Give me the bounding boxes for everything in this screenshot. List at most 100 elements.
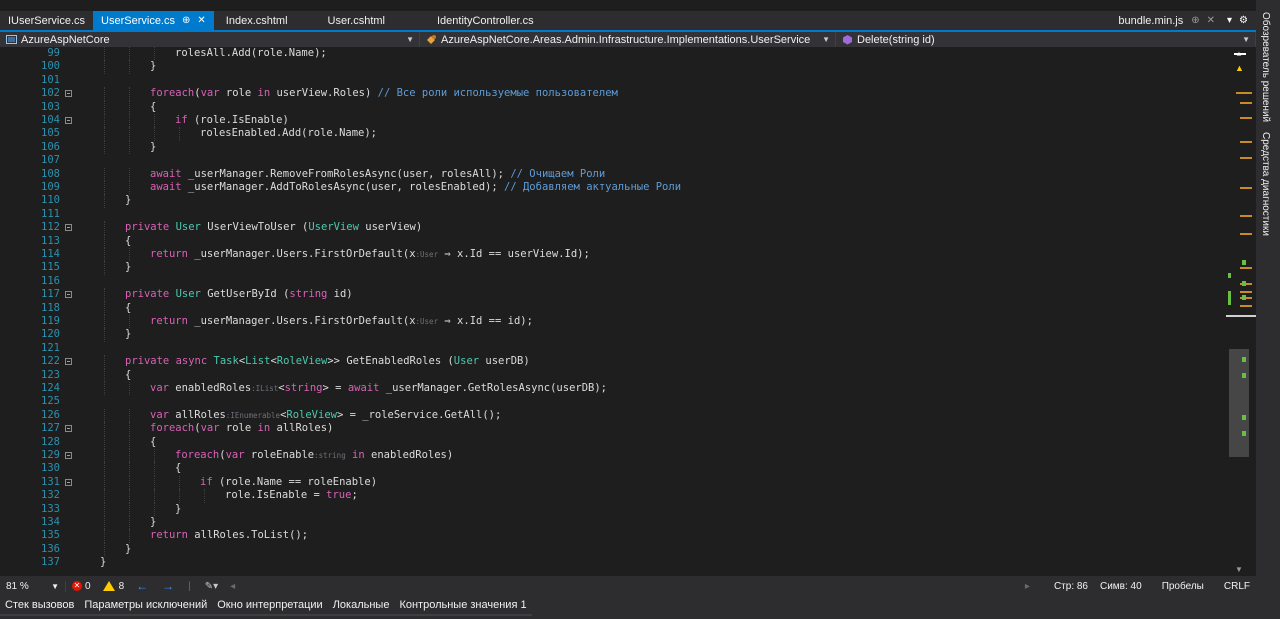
- code-line[interactable]: 137}: [0, 556, 1226, 569]
- indent-guide: [129, 435, 130, 449]
- settings-icon[interactable]: ⚙: [1239, 15, 1248, 26]
- code-line[interactable]: 120}: [0, 328, 1226, 342]
- line-number: 118: [41, 301, 60, 314]
- close-icon[interactable]: ✕: [1207, 15, 1215, 26]
- tab-user-cshtml[interactable]: User.cshtml: [320, 11, 393, 30]
- indent-guide: [104, 328, 105, 342]
- scroll-right-icon[interactable]: ▸: [1019, 581, 1036, 592]
- code-line[interactable]: 102 foreach(var role in userView.Roles) /…: [0, 87, 1226, 101]
- code-line[interactable]: 131 if (role.Name == roleEnable): [0, 475, 1226, 490]
- code-line[interactable]: 115}: [0, 261, 1226, 275]
- code-line[interactable]: 107: [0, 154, 1226, 167]
- member-dropdown[interactable]: Delete(string id) ▼: [836, 32, 1256, 47]
- pin-icon[interactable]: ⊕: [1191, 15, 1199, 26]
- code-line[interactable]: 99 rolesAll.Add(role.Name);: [0, 47, 1226, 61]
- line-number: 127: [41, 422, 60, 435]
- indent-guide: [129, 181, 130, 195]
- code-line[interactable]: 111: [0, 208, 1226, 221]
- line-number: 134: [41, 516, 60, 528]
- line-number: 105: [41, 127, 60, 140]
- solution-explorer-tab[interactable]: Обозреватель решений: [1260, 12, 1271, 122]
- code-line[interactable]: 101: [0, 74, 1226, 87]
- tab-userservice[interactable]: UserService.cs ⊕ ✕: [93, 11, 214, 30]
- type-dropdown[interactable]: AzureAspNetCore.Areas.Admin.Infrastructu…: [420, 32, 836, 47]
- vertical-scrollbar[interactable]: ▲ ▲ ▼: [1226, 47, 1256, 576]
- code-text: if (role.IsEnable): [175, 114, 289, 126]
- collapse-icon[interactable]: [65, 117, 72, 124]
- collapse-icon[interactable]: [65, 90, 72, 98]
- navigate-back-icon[interactable]: ←: [136, 579, 148, 593]
- chevron-down-icon: ▼: [1242, 35, 1250, 44]
- code-editor[interactable]: 99 rolesAll.Add(role.Name); 100} 101 102 fore…: [0, 47, 1226, 576]
- pin-icon[interactable]: ⊕: [182, 15, 190, 26]
- code-line[interactable]: 127 foreach(var role in allRoles): [0, 422, 1226, 436]
- code-line[interactable]: 133}: [0, 502, 1226, 516]
- code-line[interactable]: 121: [0, 342, 1226, 355]
- code-line[interactable]: 119 return _userManager.Users.FirstOrDefa…: [0, 315, 1226, 329]
- code-line[interactable]: 124 var enabledRoles:IList<string> = awai…: [0, 382, 1226, 396]
- collapse-icon[interactable]: [65, 224, 72, 232]
- scroll-down-icon[interactable]: ▼: [1235, 565, 1243, 574]
- code-line[interactable]: 117 private User GetUserById (string id): [0, 288, 1226, 302]
- zoom-dropdown[interactable]: 81 % ▼: [0, 580, 66, 592]
- code-line[interactable]: 129 foreach(var roleEnable:string in enab…: [0, 449, 1226, 463]
- code-line[interactable]: 108 await _userManager.RemoveFromRolesAsy…: [0, 167, 1226, 181]
- code-line[interactable]: 118 {: [0, 301, 1226, 315]
- code-line[interactable]: 105 rolesEnabled.Add(role.Name);: [0, 127, 1226, 141]
- line-number: 124: [41, 382, 60, 394]
- code-line[interactable]: 128 {: [0, 435, 1226, 449]
- code-line[interactable]: 125: [0, 395, 1226, 408]
- whitespace-indicator[interactable]: Пробелы: [1156, 581, 1210, 592]
- collapse-icon[interactable]: [65, 425, 72, 433]
- code-line[interactable]: 116: [0, 275, 1226, 288]
- tab-locals[interactable]: Локальные: [327, 596, 395, 616]
- code-line[interactable]: 110}: [0, 194, 1226, 208]
- tab-call-stack[interactable]: Стек вызовов: [0, 596, 80, 616]
- diagnostic-tools-tab[interactable]: Средства диагностики: [1260, 132, 1271, 236]
- code-line[interactable]: 130 {: [0, 462, 1226, 476]
- warnings-indicator[interactable]: 8: [97, 581, 131, 592]
- code-line[interactable]: 122 private async Task<List<RoleView>> Ge…: [0, 355, 1226, 369]
- indent-guide: [104, 261, 105, 275]
- indent-guide: [154, 462, 155, 476]
- tab-iuserservice[interactable]: IUserService.cs: [0, 11, 93, 30]
- navigate-forward-icon[interactable]: →: [162, 579, 174, 593]
- tab-list-dropdown-icon[interactable]: ▾: [1227, 15, 1232, 26]
- code-text: }: [150, 140, 157, 153]
- indent-guide: [129, 449, 130, 463]
- code-line[interactable]: 103 {: [0, 100, 1226, 114]
- collapse-icon[interactable]: [65, 358, 72, 366]
- line-ending-indicator[interactable]: CRLF: [1218, 581, 1256, 592]
- code-line[interactable]: 134}: [0, 516, 1226, 530]
- tab-index-cshtml[interactable]: Index.cshtml: [218, 11, 296, 30]
- code-line[interactable]: 113 {: [0, 234, 1226, 248]
- code-line[interactable]: 135 return allRoles.ToList();: [0, 529, 1226, 543]
- tab-exception-settings[interactable]: Параметры исключений: [79, 596, 213, 616]
- scrollbar-thumb[interactable]: [1229, 349, 1249, 457]
- tab-identitycontroller[interactable]: IdentityController.cs: [429, 11, 542, 30]
- collapse-icon[interactable]: [65, 478, 72, 486]
- code-line[interactable]: 104 if (role.IsEnable): [0, 114, 1226, 128]
- collapse-icon[interactable]: [65, 291, 72, 299]
- code-line[interactable]: 100}: [0, 60, 1226, 74]
- warning-count: 8: [118, 580, 125, 592]
- close-icon[interactable]: ✕: [197, 15, 205, 26]
- tab-preview-bundle[interactable]: bundle.min.js ⊕ ✕: [1110, 11, 1223, 30]
- code-line[interactable]: 106}: [0, 140, 1226, 155]
- indent-guide: [104, 475, 105, 490]
- scroll-left-icon[interactable]: ◂: [224, 581, 241, 592]
- code-line[interactable]: 126 var allRoles:IEnumerable<RoleView> = …: [0, 408, 1226, 423]
- code-line[interactable]: 114 return _userManager.Users.FirstOrDefa…: [0, 248, 1226, 262]
- code-cleanup-icon[interactable]: ✎▾: [205, 581, 218, 592]
- code-text: await _userManager.RemoveFromRolesAsync(…: [150, 167, 606, 180]
- code-line[interactable]: 136}: [0, 542, 1226, 557]
- tab-watch-1[interactable]: Контрольные значения 1: [394, 596, 532, 616]
- project-dropdown[interactable]: AzureAspNetCore ▼: [0, 32, 420, 47]
- code-line[interactable]: 112 private User UserViewToUser (UserView…: [0, 221, 1226, 235]
- code-line[interactable]: 132 role.IsEnable = true;: [0, 489, 1226, 503]
- tab-immediate-window[interactable]: Окно интерпретации: [212, 596, 328, 616]
- code-line[interactable]: 123 {: [0, 368, 1226, 382]
- errors-indicator[interactable]: ✕ 0: [66, 581, 97, 592]
- collapse-icon[interactable]: [65, 452, 72, 459]
- code-line[interactable]: 109 await _userManager.AddToRolesAsync(us…: [0, 181, 1226, 195]
